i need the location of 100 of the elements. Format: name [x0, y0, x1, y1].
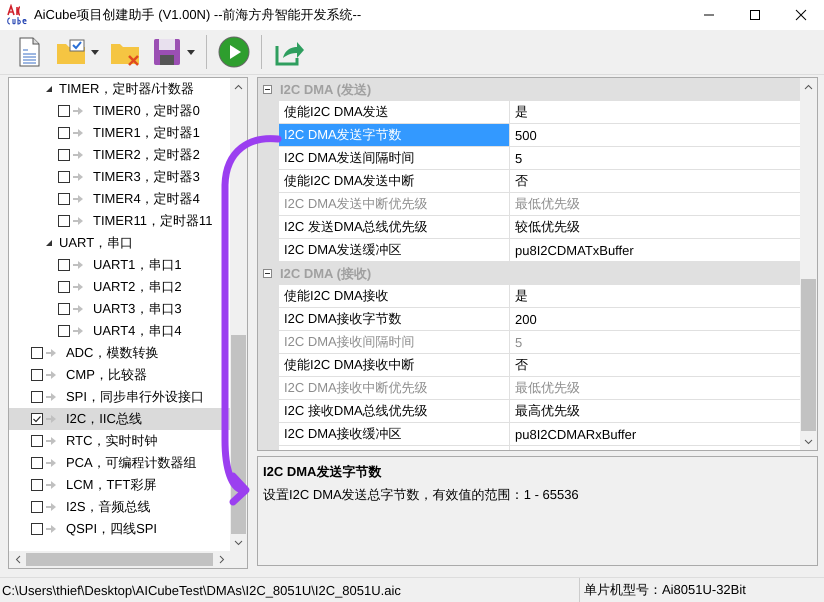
tree-item[interactable]: TIMER1，定时器1 — [9, 122, 230, 144]
tree-item[interactable]: TIMER2，定时器2 — [9, 144, 230, 166]
tree-label: I2S，音频总线 — [66, 498, 151, 516]
description-text: 设置I2C DMA发送总字节数，有效值的范围：1 - 65536 — [263, 486, 579, 504]
tree-item[interactable]: SPI，同步串行外设接口 — [9, 386, 230, 408]
app-logo — [6, 4, 28, 26]
tree-label: UART2，串口2 — [93, 278, 182, 296]
scroll-up-icon[interactable] — [234, 84, 243, 90]
property-value[interactable]: 否 — [510, 170, 800, 193]
checkbox[interactable] — [31, 369, 43, 381]
checkbox[interactable] — [58, 303, 70, 315]
checkbox[interactable] — [58, 281, 70, 293]
property-value[interactable]: pu8I2CDMARxBuffer — [510, 423, 800, 446]
tree-label: TIMER0，定时器0 — [93, 102, 200, 120]
tree-item[interactable]: UART2，串口2 — [9, 276, 230, 298]
checkbox[interactable] — [31, 413, 43, 425]
checkbox[interactable] — [58, 105, 70, 117]
arrow-icon — [73, 305, 83, 313]
property-name[interactable]: 使能I2C DMA接收中断 — [279, 354, 510, 377]
checkbox[interactable] — [58, 193, 70, 205]
category-title: I2C DMA (发送) — [280, 80, 372, 98]
tree-item[interactable]: ADC，模数转换 — [9, 342, 230, 364]
expanded-icon — [45, 85, 53, 93]
tree-group[interactable]: UART，串口 — [9, 232, 230, 254]
arrow-icon — [73, 195, 83, 203]
property-name[interactable]: I2C DMA接收缓冲区 — [279, 423, 510, 446]
caret-icon — [91, 50, 99, 54]
tree-item[interactable]: PCA，可编程计数器组 — [9, 452, 230, 474]
property-value[interactable]: 较低优先级 — [510, 216, 800, 239]
property-value[interactable]: 是 — [510, 285, 800, 308]
horizontal-scrollbar[interactable] — [9, 551, 230, 568]
caret-icon — [187, 50, 195, 54]
property-value[interactable]: 5 — [510, 147, 800, 170]
tree-item[interactable]: TIMER0，定时器0 — [9, 100, 230, 122]
file-path: C:\Users\thief\Desktop\AICubeTest\DMAs\I2C_8051U\I2C_8051U.aic — [1, 582, 402, 598]
collapse-icon — [263, 85, 272, 94]
checkbox[interactable] — [58, 149, 70, 161]
scroll-left-icon[interactable] — [14, 555, 20, 564]
arrow-icon — [73, 217, 83, 225]
checkbox[interactable] — [31, 479, 43, 491]
tree-item[interactable]: I2C，IIC总线 — [9, 408, 230, 430]
checkbox[interactable] — [58, 171, 70, 183]
collapse-icon — [263, 269, 272, 278]
checkbox[interactable] — [58, 215, 70, 227]
tree-label: I2C，IIC总线 — [66, 410, 142, 428]
arrow-icon — [73, 261, 83, 269]
property-name[interactable]: I2C DMA接收字节数 — [279, 308, 510, 331]
tree-item[interactable]: UART1，串口1 — [9, 254, 230, 276]
tree-label: LCM，TFT彩屏 — [66, 476, 156, 494]
scroll-up-icon[interactable] — [804, 84, 813, 90]
tree-label: TIMER11，定时器11 — [93, 212, 212, 230]
checkbox[interactable] — [58, 259, 70, 271]
scroll-right-icon[interactable] — [218, 555, 224, 564]
tree-item[interactable]: RTC，实时时钟 — [9, 430, 230, 452]
arrow-icon — [46, 415, 56, 423]
scrollbar-thumb[interactable] — [801, 279, 816, 431]
checkbox[interactable] — [31, 391, 43, 403]
tree-item[interactable]: TIMER11，定时器11 — [9, 210, 230, 232]
maximize-icon[interactable] — [749, 9, 761, 21]
checkbox[interactable] — [31, 347, 43, 359]
tree-item[interactable]: I2S，音频总线 — [9, 496, 230, 518]
tree-item[interactable]: LCM，TFT彩屏 — [9, 474, 230, 496]
property-value[interactable]: 最高优先级 — [510, 400, 800, 423]
property-value[interactable]: 200 — [510, 308, 800, 331]
property-name[interactable]: I2C 发送DMA总线优先级 — [279, 216, 510, 239]
property-value[interactable]: 500 — [510, 124, 800, 147]
checkbox[interactable] — [58, 325, 70, 337]
checkbox[interactable] — [58, 127, 70, 139]
checkbox[interactable] — [31, 457, 43, 469]
property-value[interactable]: 否 — [510, 354, 800, 377]
scroll-down-icon[interactable] — [804, 438, 813, 444]
property-name[interactable]: I2C DMA发送间隔时间 — [279, 147, 510, 170]
tree-item[interactable]: CMP，比较器 — [9, 364, 230, 386]
tree-item[interactable]: UART4，串口4 — [9, 320, 230, 342]
tree-item[interactable]: QSPI，四线SPI — [9, 518, 230, 540]
property-name[interactable]: I2C 接收DMA总线优先级 — [279, 400, 510, 423]
tree-item[interactable]: TIMER3，定时器3 — [9, 166, 230, 188]
checkbox[interactable] — [31, 501, 43, 513]
property-name[interactable]: 使能I2C DMA接收 — [279, 285, 510, 308]
scroll-down-icon[interactable] — [234, 540, 243, 546]
close-icon[interactable] — [795, 9, 807, 21]
arrow-icon — [46, 481, 56, 489]
vertical-scrollbar[interactable] — [230, 78, 247, 551]
arrow-icon — [46, 437, 56, 445]
tree-label: CMP，比较器 — [66, 366, 147, 384]
scrollbar-thumb[interactable] — [26, 553, 213, 566]
checkbox[interactable] — [31, 523, 43, 535]
tree-item[interactable]: TIMER4，定时器4 — [9, 188, 230, 210]
tree-label: RTC，实时时钟 — [66, 432, 158, 450]
property-value[interactable]: 是 — [510, 101, 800, 124]
tree-label: UART4，串口4 — [93, 322, 182, 340]
arrow-icon — [46, 525, 56, 533]
checkbox[interactable] — [31, 435, 43, 447]
tree-item[interactable]: UART3，串口3 — [9, 298, 230, 320]
tree-label: TIMER3，定时器3 — [93, 168, 200, 186]
vertical-scrollbar[interactable] — [800, 78, 817, 450]
property-name[interactable]: 使能I2C DMA发送中断 — [279, 170, 510, 193]
tree-label: UART3，串口3 — [93, 300, 182, 318]
tree-group[interactable]: TIMER，定时器/计数器 — [9, 78, 230, 100]
expanded-icon — [45, 239, 53, 247]
